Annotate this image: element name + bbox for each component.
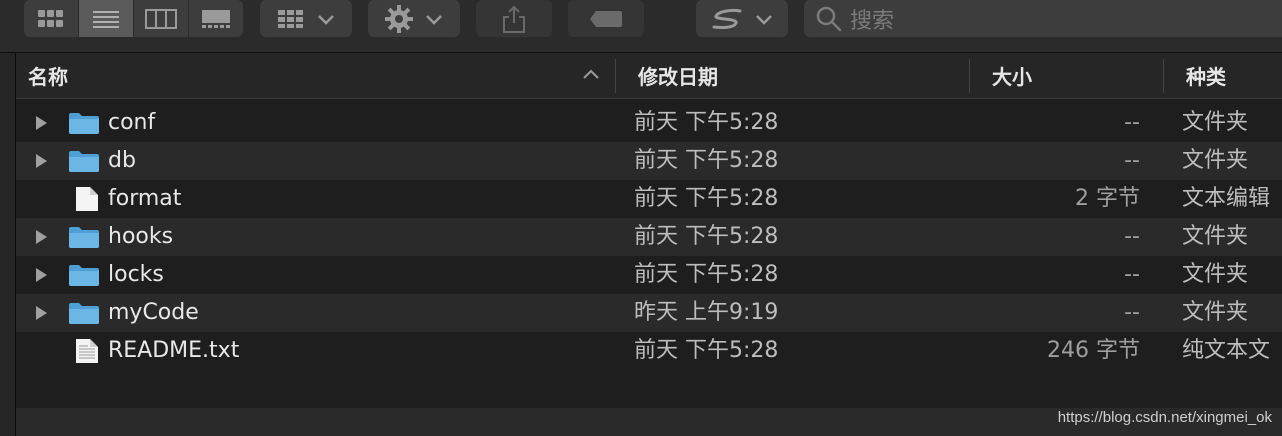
table-row[interactable]: README.txt 前天 下午5:28 246 字节 纯文本文: [16, 332, 1282, 370]
script-icon: [712, 8, 742, 29]
chevron-down-icon: [318, 14, 334, 25]
tag-icon: [590, 10, 622, 27]
file-name: README.txt: [108, 338, 240, 363]
sidebar-edge: [0, 53, 16, 436]
column-divider[interactable]: [615, 59, 616, 93]
text-file-icon: [76, 339, 98, 363]
table-row[interactable]: db 前天 下午5:28 -- 文件夹: [16, 142, 1282, 180]
file-kind: 文件夹: [1182, 300, 1249, 325]
sort-ascending-icon[interactable]: [582, 67, 600, 81]
disclosure-triangle-icon[interactable]: [34, 305, 48, 321]
column-date-header[interactable]: 修改日期: [638, 53, 718, 98]
watermark: https://blog.csdn.net/xingmei_ok: [1057, 409, 1272, 426]
file-kind: 文本编辑: [1182, 186, 1271, 211]
column-view-button[interactable]: [134, 0, 189, 37]
file-size: --: [1124, 224, 1140, 249]
file-name: db: [108, 148, 136, 173]
group-grid-icon: [278, 9, 303, 28]
modified-date: 前天 下午5:28: [634, 224, 779, 249]
file-name: format: [108, 186, 182, 211]
file-size: --: [1124, 262, 1140, 287]
disclosure-triangle-icon[interactable]: [34, 153, 48, 169]
toolbar: 搜索: [0, 0, 1282, 53]
share-icon: [503, 5, 525, 33]
icon-view-button[interactable]: [24, 0, 79, 37]
file-size: 246 字节: [1047, 338, 1140, 363]
folder-icon: [69, 113, 99, 134]
file-size: --: [1124, 110, 1140, 135]
file-kind: 文件夹: [1182, 224, 1249, 249]
search-placeholder: 搜索: [850, 8, 895, 34]
gallery-view-button[interactable]: [189, 0, 243, 37]
table-row[interactable]: locks 前天 下午5:28 -- 文件夹: [16, 256, 1282, 294]
column-name-header[interactable]: 名称: [28, 53, 68, 98]
file-size: --: [1124, 148, 1140, 173]
group-by-button[interactable]: [260, 0, 352, 37]
script-menu-button[interactable]: [696, 0, 788, 37]
search-icon: [816, 6, 842, 31]
view-switcher: [24, 0, 243, 37]
document-icon: [76, 187, 98, 211]
table-row[interactable]: conf 前天 下午5:28 -- 文件夹: [16, 104, 1282, 142]
list-view-button[interactable]: [79, 0, 134, 37]
empty-row: [16, 370, 1282, 408]
modified-date: 前天 下午5:28: [634, 186, 779, 211]
disclosure-triangle-icon[interactable]: [34, 267, 48, 283]
table-row[interactable]: hooks 前天 下午5:28 -- 文件夹: [16, 218, 1282, 256]
action-button[interactable]: [368, 0, 460, 37]
file-kind: 文件夹: [1182, 110, 1249, 135]
file-name: myCode: [108, 300, 199, 325]
file-kind: 文件夹: [1182, 262, 1249, 287]
file-list: conf 前天 下午5:28 -- 文件夹 db 前天 下午5:28 -- 文件夹 format…: [16, 104, 1282, 370]
column-header: 名称 修改日期 大小 种类: [16, 53, 1282, 99]
column-kind-header[interactable]: 种类: [1186, 53, 1226, 98]
disclosure-triangle-icon[interactable]: [34, 229, 48, 245]
modified-date: 昨天 上午9:19: [634, 300, 779, 325]
share-button[interactable]: [476, 0, 552, 37]
columns-icon: [145, 8, 177, 29]
grid-icon: [38, 9, 63, 27]
search-field[interactable]: 搜索: [804, 0, 1282, 37]
column-divider[interactable]: [969, 59, 970, 93]
modified-date: 前天 下午5:28: [634, 338, 779, 363]
file-name: hooks: [108, 224, 174, 249]
file-size: --: [1124, 300, 1140, 325]
column-divider[interactable]: [1163, 59, 1164, 93]
modified-date: 前天 下午5:28: [634, 148, 779, 173]
file-size: 2 字节: [1075, 186, 1140, 211]
table-row[interactable]: myCode 昨天 上午9:19 -- 文件夹: [16, 294, 1282, 332]
chevron-down-icon: [756, 14, 772, 25]
table-row[interactable]: format 前天 下午5:28 2 字节 文本编辑: [16, 180, 1282, 218]
column-size-header[interactable]: 大小: [992, 53, 1032, 98]
file-name: locks: [108, 262, 164, 287]
chevron-down-icon: [426, 14, 442, 25]
tag-button[interactable]: [568, 0, 644, 37]
file-name: conf: [108, 110, 156, 135]
file-kind: 纯文本文: [1182, 338, 1271, 363]
folder-icon: [69, 303, 99, 324]
file-kind: 文件夹: [1182, 148, 1249, 173]
modified-date: 前天 下午5:28: [634, 262, 779, 287]
gear-icon: [385, 4, 413, 33]
folder-icon: [69, 227, 99, 248]
modified-date: 前天 下午5:28: [634, 110, 779, 135]
list-icon: [93, 10, 119, 28]
folder-icon: [69, 151, 99, 172]
folder-icon: [69, 265, 99, 286]
disclosure-triangle-icon[interactable]: [34, 115, 48, 131]
gallery-icon: [202, 9, 230, 28]
